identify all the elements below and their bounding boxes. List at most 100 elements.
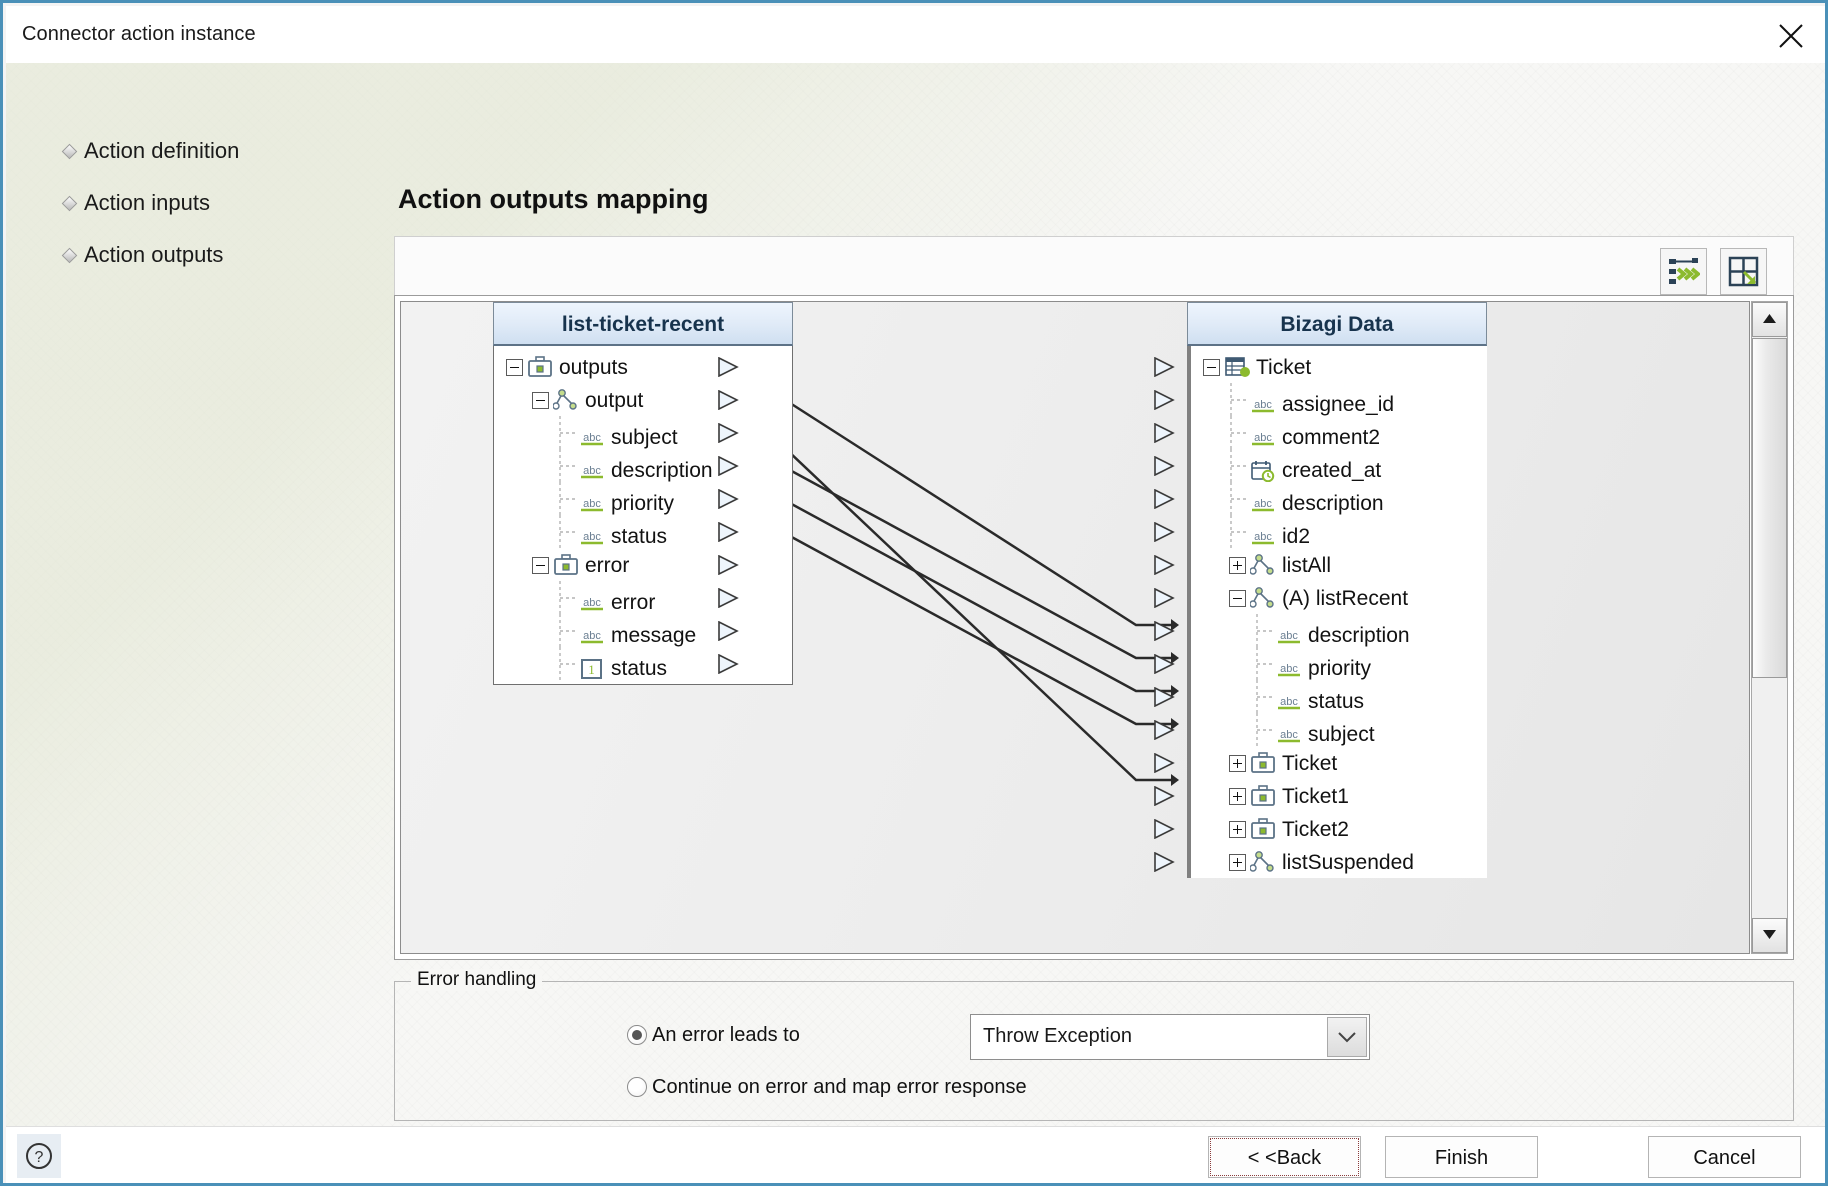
error-action-select[interactable]: Throw Exception [970, 1014, 1370, 1060]
tree-node[interactable]: abc id2 [1191, 515, 1487, 548]
tree-node[interactable]: abc subject [1191, 713, 1487, 746]
tree-node[interactable]: abc description [494, 449, 792, 482]
source-port[interactable] [717, 521, 739, 542]
collapse-icon[interactable] [506, 358, 523, 376]
tree-node-label: outputs [559, 355, 628, 379]
collapse-icon[interactable] [1203, 358, 1220, 376]
tree-node[interactable]: outputs [494, 350, 792, 383]
expand-panel-icon[interactable] [1720, 248, 1767, 295]
source-port[interactable] [717, 389, 739, 410]
tree-node[interactable]: abc subject [494, 416, 792, 449]
tree-node[interactable]: abc status [1191, 680, 1487, 713]
finish-button[interactable]: Finish [1385, 1136, 1538, 1178]
target-port[interactable] [1153, 620, 1175, 641]
tree-node[interactable]: abc description [1191, 482, 1487, 515]
tree-node[interactable]: Ticket2 [1191, 812, 1487, 845]
cancel-button[interactable]: Cancel [1648, 1136, 1801, 1178]
source-port[interactable] [717, 587, 739, 608]
svg-text:abc: abc [1280, 630, 1298, 642]
tree-node[interactable]: abc error [494, 581, 792, 614]
scrollbar-thumb[interactable] [1752, 338, 1787, 678]
radio-label: Continue on error and map error response [652, 1076, 1027, 1098]
tree-node[interactable]: 1 status [494, 647, 792, 680]
tree-node[interactable]: Ticket [1191, 746, 1487, 779]
target-port[interactable] [1153, 488, 1175, 509]
scroll-up-icon[interactable] [1752, 302, 1787, 337]
expand-icon[interactable] [1229, 556, 1246, 574]
target-port[interactable] [1153, 818, 1175, 839]
tree-node[interactable]: abc comment2 [1191, 416, 1487, 449]
target-port[interactable] [1153, 686, 1175, 707]
target-tree-body: Ticket abc assignee_id abc comment2 created_a… [1187, 346, 1487, 878]
tree-node[interactable]: error [494, 548, 792, 581]
radio-indicator[interactable] [627, 1025, 647, 1045]
step-action-inputs[interactable]: Action inputs [36, 177, 336, 229]
tree-node[interactable]: abc priority [1191, 647, 1487, 680]
auto-map-icon[interactable] [1660, 248, 1707, 295]
tree-node[interactable]: Ticket1 [1191, 779, 1487, 812]
target-port[interactable] [1153, 719, 1175, 740]
source-port[interactable] [717, 653, 739, 674]
target-port[interactable] [1153, 422, 1175, 443]
collapse-icon[interactable] [532, 391, 549, 409]
svg-text:abc: abc [1280, 696, 1298, 708]
target-port[interactable] [1153, 653, 1175, 674]
source-port[interactable] [717, 554, 739, 575]
source-port[interactable] [717, 422, 739, 443]
tree-node[interactable]: abc assignee_id [1191, 383, 1487, 416]
target-port[interactable] [1153, 554, 1175, 575]
tree-node[interactable]: abc priority [494, 482, 792, 515]
tree-node[interactable]: created_at [1191, 449, 1487, 482]
tree-node[interactable]: abc message [494, 614, 792, 647]
tree-node-label: subject [611, 426, 678, 449]
expand-icon[interactable] [1229, 787, 1246, 805]
step-action-definition[interactable]: Action definition [36, 125, 336, 177]
close-icon[interactable] [1768, 14, 1814, 56]
target-port[interactable] [1153, 587, 1175, 608]
radio-indicator[interactable] [627, 1077, 647, 1097]
target-port[interactable] [1153, 851, 1175, 872]
tree-node-label: error [611, 591, 656, 614]
tree-node[interactable]: (A) listRecent [1191, 581, 1487, 614]
tree-node[interactable]: listAll [1191, 548, 1487, 581]
source-port[interactable] [717, 455, 739, 476]
step-label: Action outputs [84, 242, 224, 267]
target-port[interactable] [1153, 455, 1175, 476]
svg-text:abc: abc [583, 531, 601, 543]
target-port[interactable] [1153, 389, 1175, 410]
step-label: Action definition [84, 138, 240, 163]
step-action-outputs[interactable]: Action outputs [36, 229, 336, 281]
radio-an-error-leads-to[interactable]: An error leads to [627, 1024, 800, 1047]
tree-node[interactable]: abc description [1191, 614, 1487, 647]
expand-icon[interactable] [1229, 754, 1246, 772]
tree-node-label: listAll [1282, 553, 1332, 577]
radio-continue-on-error[interactable]: Continue on error and map error response [627, 1076, 1027, 1099]
expand-icon[interactable] [1229, 853, 1246, 871]
tree-node[interactable]: listSuspended [1191, 845, 1487, 878]
scroll-down-icon[interactable] [1752, 918, 1787, 953]
source-port[interactable] [717, 620, 739, 641]
help-icon[interactable]: ? [17, 1134, 61, 1178]
target-port[interactable] [1153, 521, 1175, 542]
tree-node[interactable]: output [494, 383, 792, 416]
mapping-canvas[interactable]: list-ticket-recent outputs output abc subje… [400, 301, 1750, 954]
tree-node[interactable]: Ticket [1191, 350, 1487, 383]
tree-node-label: status [1308, 690, 1365, 713]
abc-icon: abc [1276, 692, 1302, 712]
target-port[interactable] [1153, 356, 1175, 377]
back-button[interactable]: < <Back [1208, 1136, 1361, 1178]
canvas-vertical-scrollbar[interactable] [1751, 301, 1788, 954]
chevron-down-icon[interactable] [1327, 1017, 1367, 1057]
target-port[interactable] [1153, 752, 1175, 773]
collapse-icon[interactable] [1229, 589, 1246, 607]
svg-text:abc: abc [583, 432, 601, 444]
source-port[interactable] [717, 488, 739, 509]
tree-node-label: description [611, 459, 713, 482]
collapse-icon[interactable] [532, 556, 549, 574]
expand-icon[interactable] [1229, 820, 1246, 838]
target-port[interactable] [1153, 785, 1175, 806]
source-port[interactable] [717, 356, 739, 377]
tree-node[interactable]: abc status [494, 515, 792, 548]
abc-icon: abc [579, 461, 605, 481]
radio-label: An error leads to [652, 1024, 800, 1046]
